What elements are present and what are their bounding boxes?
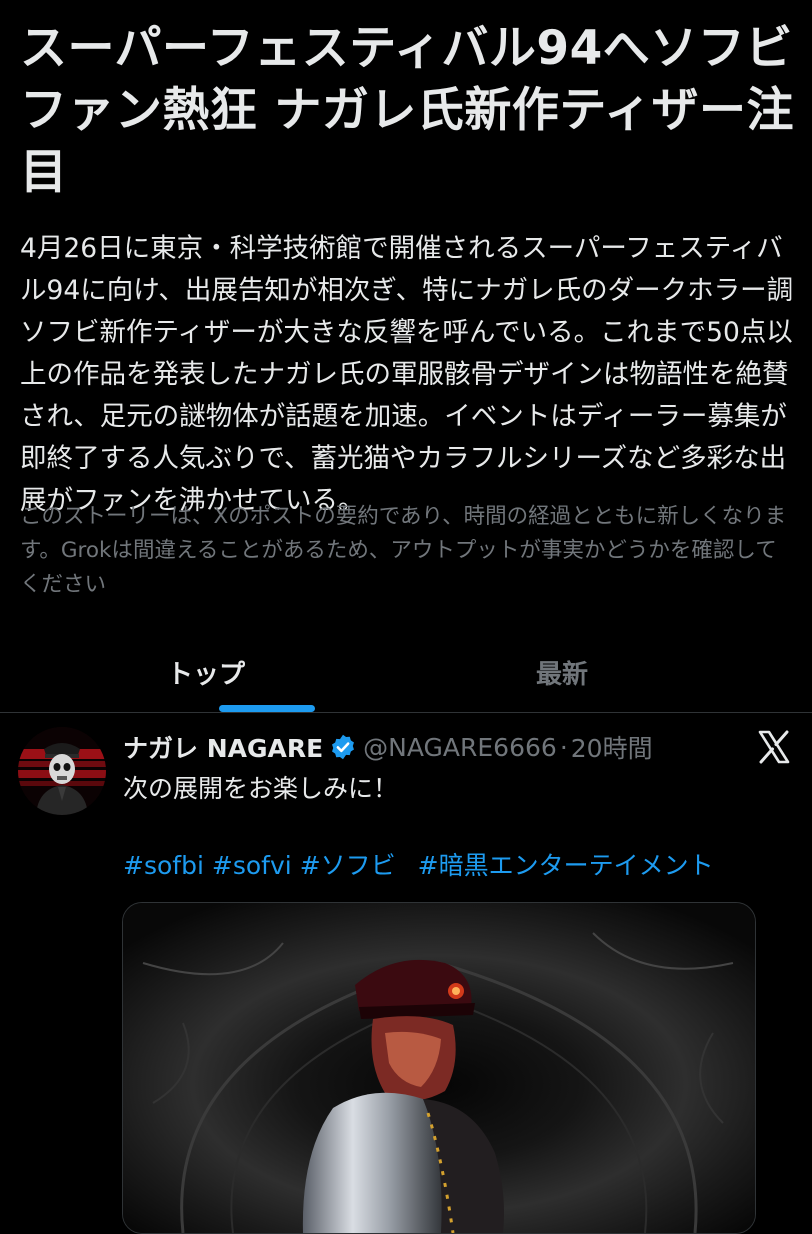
story-summary: 4月26日に東京・科学技術館で開催されるスーパーフェスティバル94に向け、出展告… (20, 233, 794, 516)
post-timestamp[interactable]: 20時間 (571, 729, 653, 765)
post-hashtags: #sofbi #sofvi #ソフビ #暗黒エンターテイメント (123, 846, 714, 886)
hashtag-dark-entertainment[interactable]: #暗黒エンターテイメント (418, 851, 714, 880)
post-media-image[interactable] (122, 902, 756, 1234)
hashtag-sofbi[interactable]: #sofbi (123, 851, 204, 880)
author-handle[interactable]: @NAGARE6666 (363, 733, 557, 762)
story-headline: スーパーフェスティバル94へソフビファン熱狂 ナガレ氏新作ティザー注目 (20, 21, 795, 200)
tab-latest-label: 最新 (535, 659, 588, 690)
header-separator: · (559, 732, 568, 762)
tab-latest[interactable]: 最新 (416, 632, 708, 712)
post-header: ナガレ NAGARE @NAGARE6666 · 20時間 (123, 727, 653, 767)
tab-top[interactable]: トップ (60, 632, 352, 712)
x-logo-icon[interactable] (754, 727, 794, 767)
tab-bar: トップ 最新 (0, 632, 812, 713)
verified-badge-icon (329, 733, 357, 761)
post-text: 次の展開をお楽しみに！ (123, 774, 399, 803)
author-display-name[interactable]: ナガレ NAGARE (123, 729, 323, 765)
hashtag-sofubi[interactable]: #ソフビ (300, 851, 396, 880)
active-tab-indicator (219, 705, 315, 712)
tab-top-label: トップ (166, 659, 245, 690)
hashtag-sofvi[interactable]: #sofvi (212, 851, 292, 880)
grok-disclaimer: このストーリーは、Xのポストの要約であり、時間の経過とともに新しくなります。Gr… (20, 504, 787, 597)
avatar[interactable] (18, 727, 106, 815)
